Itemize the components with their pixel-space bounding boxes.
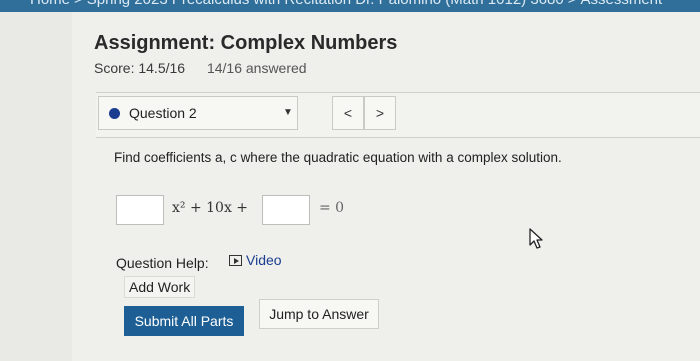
equation-middle: x² + 10x + [172,200,249,216]
breadcrumb-bar: Home > Spring 2023 Precalculus with Recita… [0,0,700,12]
question-help-label: Question Help: [116,255,209,271]
question-prompt: Find coefficients a, c where the quadrat… [114,150,562,165]
status-dot-icon [109,108,120,119]
previous-question-button[interactable]: < [332,96,364,130]
submit-all-parts-button[interactable]: Submit All Parts [124,306,244,336]
coefficient-c-input[interactable] [262,195,310,225]
breadcrumb-course[interactable]: Spring 2023 Precalculus with Recitation … [87,0,564,8]
coefficient-a-input[interactable] [116,195,164,225]
chevron-down-icon: ▼ [283,107,293,118]
breadcrumb: Home > Spring 2023 Precalculus with Recita… [30,0,662,8]
breadcrumb-separator: > [568,0,577,8]
breadcrumb-assessment[interactable]: Assessment [580,0,662,8]
equation-end: = 0 [319,200,345,216]
question-select[interactable]: Question 2 ▼ [98,96,298,130]
score-text: Score: 14.5/16 [94,60,186,76]
question-select-label: Question 2 [129,105,197,121]
question-navigation: Question 2 ▼ < > [96,92,700,138]
jump-to-answer-button[interactable]: Jump to Answer [259,299,379,329]
page-title: Assignment: Complex Numbers [94,32,398,54]
video-link-label: Video [246,252,282,268]
breadcrumb-home[interactable]: Home [30,0,70,8]
breadcrumb-separator: > [74,0,83,8]
add-work-button[interactable]: Add Work [124,276,196,298]
video-icon [229,255,242,266]
mouse-cursor-icon [529,228,543,249]
assignment-page: Assignment: Complex Numbers Score: 14.5/… [72,12,700,361]
answered-count: 14/16 answered [206,60,307,76]
next-question-button[interactable]: > [364,96,396,130]
video-link[interactable]: Video [229,252,282,268]
score-line: Score: 14.5/16 14/16 answered [94,60,307,76]
